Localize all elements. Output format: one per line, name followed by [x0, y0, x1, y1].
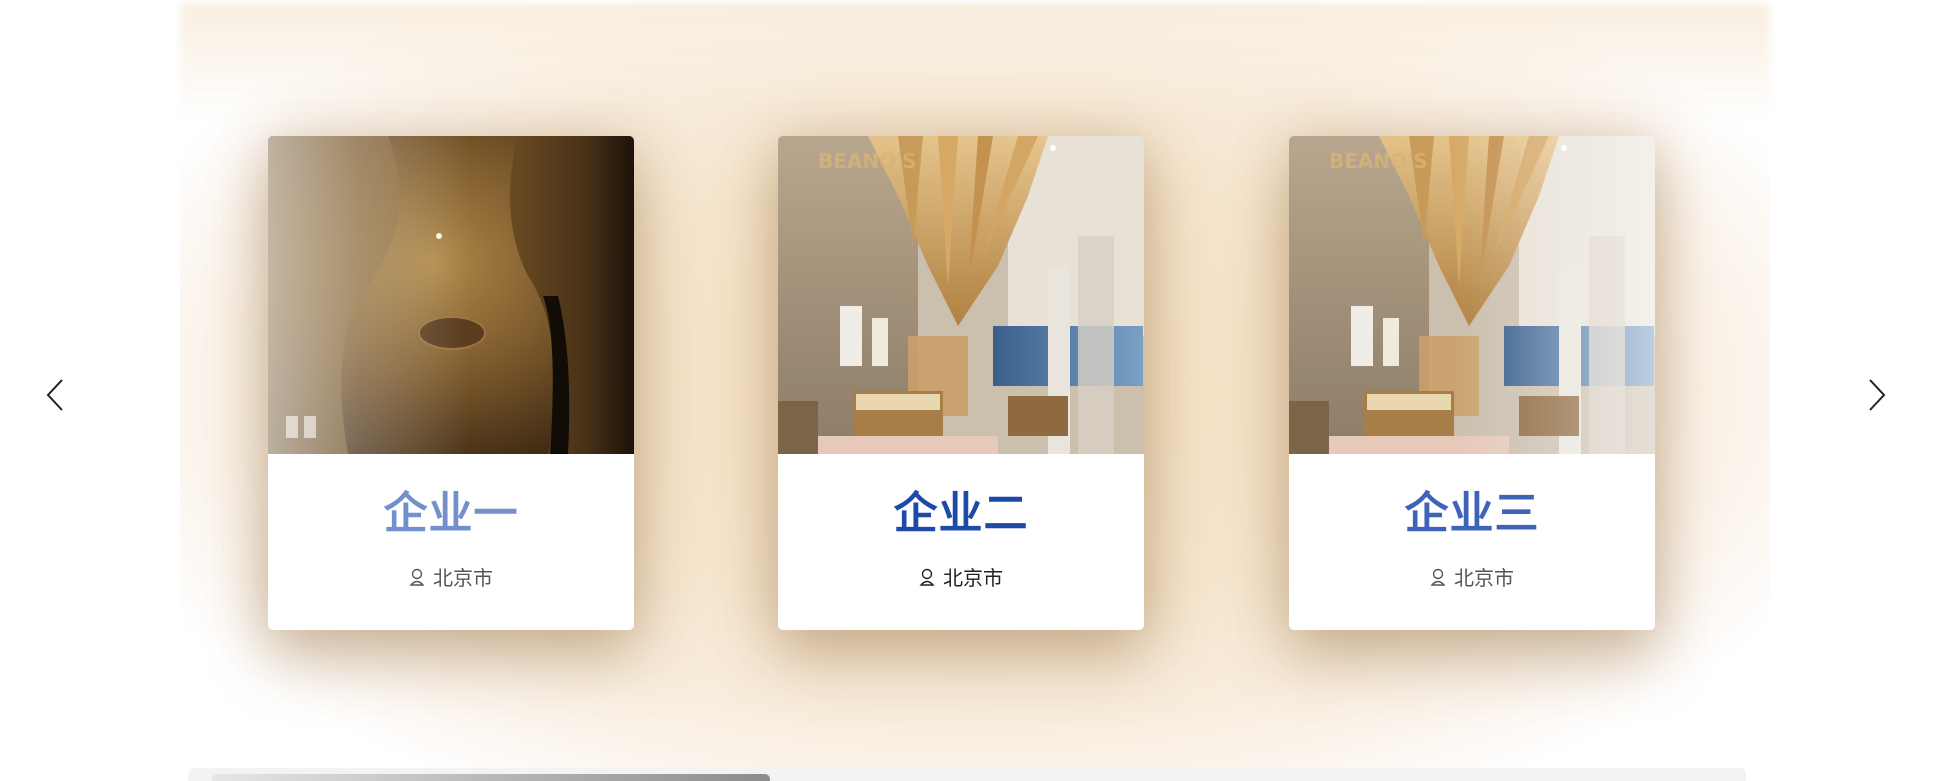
- carousel-scrollbar-thumb[interactable]: [212, 774, 770, 781]
- carousel-prev-button[interactable]: [38, 374, 74, 416]
- company-card-location-text: 北京市: [1454, 566, 1514, 590]
- company-card-image: BEANO'S: [1289, 136, 1655, 454]
- map-pin-icon: [1430, 568, 1446, 586]
- company-card-location-text: 北京市: [433, 566, 493, 590]
- company-card-title: 企业一: [383, 488, 519, 539]
- svg-text:BEANO'S: BEANO'S: [818, 149, 917, 173]
- company-card-location: 北京市: [778, 562, 1144, 591]
- company-card-location: 北京市: [268, 562, 634, 591]
- company-card-3[interactable]: BEANO'S 企业三 北京市: [1289, 136, 1655, 630]
- map-pin-icon: [409, 568, 425, 586]
- carousel-section: 企业一 北京市 BEANO'S 企业二 北京市 企业三 北京市: [0, 0, 1949, 781]
- company-card-title: 企业二: [893, 488, 1029, 539]
- chevron-left-icon: [46, 379, 63, 411]
- company-card-location: 北京市: [1289, 562, 1655, 591]
- carousel-next-button[interactable]: [1858, 374, 1894, 416]
- company-card-title: 企业三: [1404, 488, 1540, 539]
- company-card-1[interactable]: 企业一 北京市: [268, 136, 634, 630]
- map-pin-icon: [919, 568, 935, 586]
- company-card-image: BEANO'S: [778, 136, 1144, 454]
- company-card-location-text: 北京市: [943, 566, 1003, 590]
- company-card-image: [268, 136, 634, 454]
- company-card-2[interactable]: BEANO'S 企业二 北京市: [778, 136, 1144, 630]
- chevron-right-icon: [1869, 379, 1886, 411]
